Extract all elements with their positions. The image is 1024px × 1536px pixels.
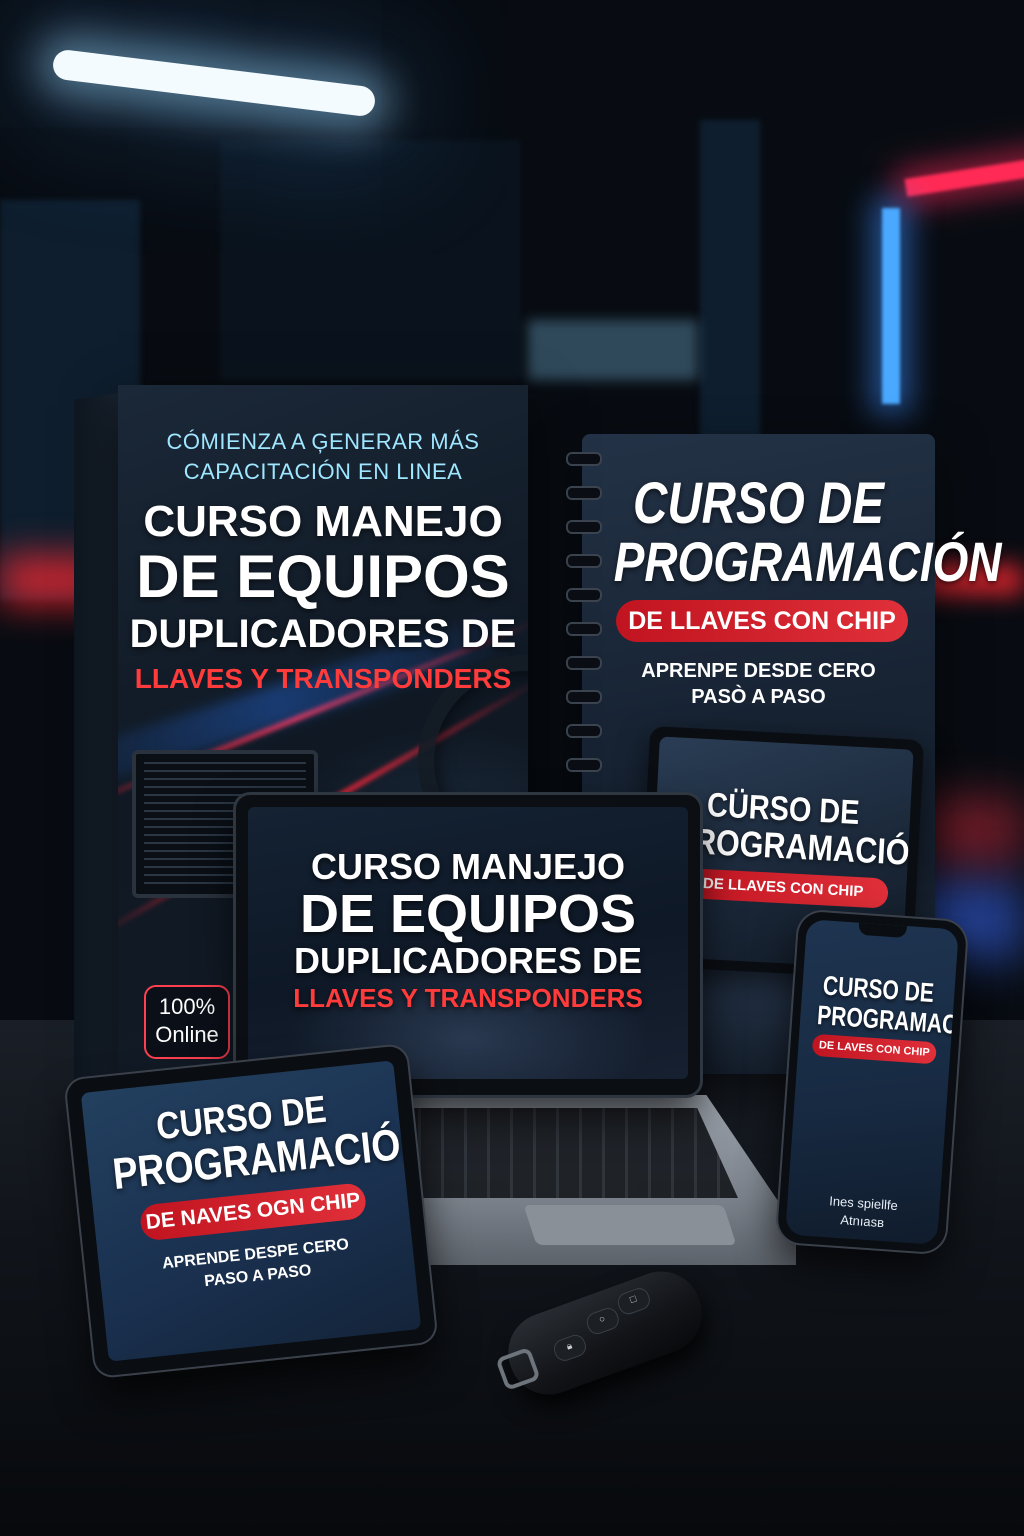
online-badge: 100% Online <box>144 985 230 1059</box>
notebook-sub-line1: APRENPE DESDE CERO <box>641 660 876 682</box>
spiral-ring <box>566 758 602 772</box>
floor-red-glow <box>920 800 1024 860</box>
spiral-ring <box>566 452 602 466</box>
laptop-title-line1: CURSO MANJEJO <box>310 846 626 887</box>
notebook-title-line1: CURSO DE <box>632 471 885 536</box>
phone-pill: DE LAVES CON CHIP <box>811 1033 937 1065</box>
product-mockup-scene: CURSO DE PROGRAMACIÓN DE LLAVES CON CHIP… <box>0 0 1024 1536</box>
bg-window-light <box>528 320 698 380</box>
phone-screen: CURSO DE PROGRAMACION DE LAVES CON CHIP … <box>785 919 959 1245</box>
ceiling-light <box>51 48 377 118</box>
laptop-title-line3: DUPLICADORES DE <box>293 940 643 981</box>
neon-blue-strip <box>882 208 900 404</box>
box-tagline-line2: CAPACITACIÓN EN LINEA <box>183 459 463 484</box>
notebook-pill: DE LLAVES CON CHIP <box>616 600 908 642</box>
spiral-ring <box>566 690 602 704</box>
trunk-icon: □ <box>615 1285 653 1318</box>
spiral-ring <box>566 588 602 602</box>
unlock-icon: ○ <box>583 1305 622 1337</box>
phone-notch <box>858 922 907 939</box>
laptop-screen: CURSO MANJEJO DE EQUIPOS DUPLICADORES DE… <box>248 807 688 1079</box>
tablet: CURSO DE PROGRAMACIÓN DE NAVES OGN CHIP … <box>65 1044 437 1378</box>
badge-line1: 100% <box>158 994 216 1019</box>
box-title-line2: DE EQUIPOS <box>136 543 510 610</box>
smartphone: CURSO DE PROGRAMACION DE LAVES CON CHIP … <box>776 910 968 1254</box>
notebook-tablet-title-line2: PROGRAMACIÓN <box>672 819 914 874</box>
spiral-ring <box>566 622 602 636</box>
laptop-keyboard <box>398 1108 738 1198</box>
box-title-line3: DUPLICADORES DE <box>129 612 517 656</box>
spiral-ring <box>566 656 602 670</box>
spiral-ring <box>566 486 602 500</box>
spiral-ring <box>566 554 602 568</box>
tablet-screen: CURSO DE PROGRAMACIÓN DE NAVES OGN CHIP … <box>80 1060 422 1362</box>
notebook-title-line2: PROGRAMACIÓN <box>613 530 1002 593</box>
box-title-line1: CURSO MANEJO <box>143 497 503 546</box>
lock-icon: 🔒︎ <box>551 1332 589 1364</box>
laptop-title-line2: DE EQUIPOS <box>299 884 637 944</box>
laptop-trackpad <box>523 1205 737 1245</box>
box-title-red: LLAVES Y TRANSPONDERS <box>134 663 512 694</box>
spiral-ring <box>566 724 602 738</box>
bg-wall-panel <box>220 140 520 380</box>
notebook-tablet-pill: DE LLAVES CON CHIP <box>677 867 889 909</box>
notebook-sub-line2: PASÒ A PASO <box>691 686 826 708</box>
laptop: CURSO MANJEJO DE EQUIPOS DUPLICADORES DE… <box>236 795 700 1095</box>
spiral-ring <box>566 520 602 534</box>
neon-red-strip <box>904 157 1024 197</box>
laptop-title-red: LLAVES Y TRANSPONDERS <box>293 983 643 1013</box>
box-tagline-line1: CÓMIENZA A ĢENERAR MÁS <box>166 429 480 454</box>
badge-line2: Online <box>155 1022 219 1047</box>
